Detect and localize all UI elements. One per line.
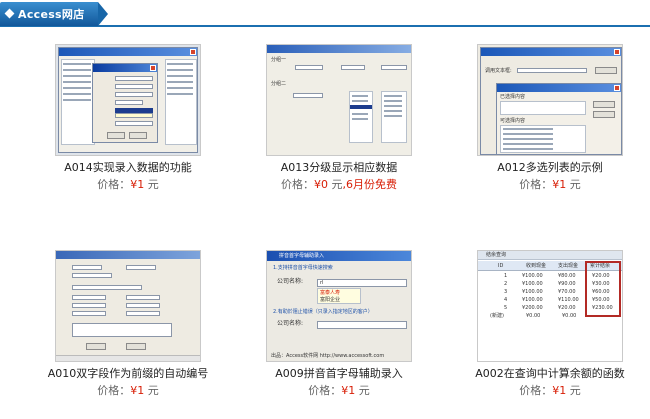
product-price: 价格：¥1 元 [455,382,645,398]
price-note: ,6月份免费 [342,178,398,191]
price-label: 价格： [97,384,131,397]
thumb-cell: ¥100.00 [522,289,543,295]
thumb-cell: ¥20.00 [558,305,576,311]
thumb-items-label: 可选择内容 [500,118,526,124]
product-price: 价格：¥1 元 [244,382,434,398]
thumb-group1-label: 分组一 [271,57,287,63]
thumb-option: 富泰人寿 [320,290,341,296]
product-card-a012[interactable]: 调用文本框: 已选择内容 可选择内容 A012多选列表的示例 价格：¥1 元 [455,44,645,192]
thumb-group2-label: 分组二 [271,81,287,87]
thumb-dialog: 已选择内容 可选择内容 [496,83,622,155]
thumb-new-row: (新建) [490,313,504,319]
price-label: 价格： [97,178,131,191]
price-unit: 元 [569,178,581,191]
thumb-cell: ¥200.00 [522,305,543,311]
product-title[interactable]: A010双字段作为前缀的自动编号 [33,365,223,381]
product-thumbnail[interactable]: 调用文本框: 已选择内容 可选择内容 [477,44,623,156]
price-amount: ¥0 [314,178,328,191]
price-amount: ¥1 [552,384,567,397]
product-thumbnail[interactable] [55,44,201,156]
product-thumbnail[interactable]: 结余查询 ID 收到现金 支出现金 累计结余 1 ¥100.00 ¥80.00 … [477,250,623,362]
thumb-cell: ¥100.00 [522,273,543,279]
section-title: Access网店 [18,8,85,21]
product-card-a002[interactable]: 结余查询 ID 收到现金 支出现金 累计结余 1 ¥100.00 ¥80.00 … [455,250,645,398]
product-title[interactable]: A014实现录入数据的功能 [33,159,223,175]
price-label: 价格： [519,384,553,397]
thumb-cell: ¥0.00 [562,313,577,319]
thumb-cell: 4 [504,297,508,303]
thumb-step1: 1.支持拼音首字母快速搜索 [273,265,333,271]
thumb-footer: 出品：Access软件网 http://www.accessoft.com [271,353,385,359]
price-label: 价格： [281,178,314,191]
product-thumbnail[interactable]: 拼音首字母辅助录入 1.支持拼音首字母快速搜索 公司名称: rl 富泰人寿 富阳… [266,250,412,362]
product-price: 价格：¥0 元,6月份免费 [244,176,434,192]
price-label: 价格： [308,384,342,397]
thumb-col-header: ID [498,263,504,269]
page: Access网店 A014实现录入数据的功能 价格：¥1 元 分组一 分组二 A… [0,0,650,419]
thumb-cell: ¥80.00 [558,273,576,279]
thumb-cell: ¥60.00 [592,289,610,295]
thumb-input-value: rl [320,280,324,286]
thumb-field-label: 公司名称: [277,278,304,285]
thumb-cell: ¥30.00 [592,281,610,287]
product-thumbnail[interactable]: 分组一 分组二 [266,44,412,156]
thumb-window: 分组一 分组二 [267,45,411,155]
product-card-a013[interactable]: 分组一 分组二 A013分级显示相应数据 价格：¥0 元,6月份免费 [244,44,434,192]
thumb-cell: ¥100.00 [522,281,543,287]
price-unit: 元 [147,384,159,397]
thumb-option: 富阳企业 [320,297,341,303]
thumb-cell: ¥70.00 [558,289,576,295]
price-label: 价格： [519,178,553,191]
product-price: 价格：¥1 元 [455,176,645,192]
thumb-cell: 1 [504,273,508,279]
thumb-step2: 2.有助於阻止错误（只录入指定地区的客户） [273,309,373,315]
thumb-col-header: 支出现金 [558,263,579,269]
thumb-cell: ¥100.00 [522,297,543,303]
thumb-cell: ¥0.00 [526,313,541,319]
thumb-selected-label: 已选择内容 [500,94,526,100]
thumb-cell: 2 [504,281,508,287]
price-unit: 元 [358,384,370,397]
thumb-cell: ¥90.00 [558,281,576,287]
thumb-col-header: 收到现金 [526,263,547,269]
thumb-dialog [92,63,158,143]
section-tab[interactable]: Access网店 [0,2,108,26]
thumb-window-title: 拼音首字母辅助录入 [279,253,325,259]
thumb-window-title: 结余查询 [486,252,507,258]
thumb-cell: ¥230.00 [592,305,613,311]
thumb-textbox-label: 调用文本框: [485,68,512,74]
price-amount: ¥1 [341,384,356,397]
product-title[interactable]: A009拼音首字母辅助录入 [244,365,434,381]
price-unit: 元 [569,384,581,397]
product-price: 价格：¥1 元 [33,382,223,398]
section-header: Access网店 [0,0,650,28]
thumb-field-label: 公司名称: [277,320,304,327]
product-title[interactable]: A002在查询中计算余额的函数 [455,365,645,381]
price-unit: 元 [331,178,343,191]
diamond-icon [4,8,15,19]
price-amount: ¥1 [130,178,145,191]
thumb-cell: 5 [504,305,508,311]
product-thumbnail[interactable] [55,250,201,362]
product-price: 价格：¥1 元 [33,176,223,192]
product-title[interactable]: A013分级显示相应数据 [244,159,434,175]
price-unit: 元 [147,178,159,191]
product-card-a014[interactable]: A014实现录入数据的功能 价格：¥1 元 [33,44,223,192]
thumb-cell: ¥50.00 [592,297,610,303]
product-card-a009[interactable]: 拼音首字母辅助录入 1.支持拼音首字母快速搜索 公司名称: rl 富泰人寿 富阳… [244,250,434,398]
price-amount: ¥1 [130,384,145,397]
price-amount: ¥1 [552,178,567,191]
thumb-cell: 3 [504,289,508,295]
thumb-cell: ¥20.00 [592,273,610,279]
thumb-window: 拼音首字母辅助录入 1.支持拼音首字母快速搜索 公司名称: rl 富泰人寿 富阳… [267,251,411,361]
product-card-a010[interactable]: A010双字段作为前缀的自动编号 价格：¥1 元 [33,250,223,398]
product-title[interactable]: A012多选列表的示例 [455,159,645,175]
thumb-window [56,251,200,361]
thumb-cell: ¥110.00 [558,297,579,303]
